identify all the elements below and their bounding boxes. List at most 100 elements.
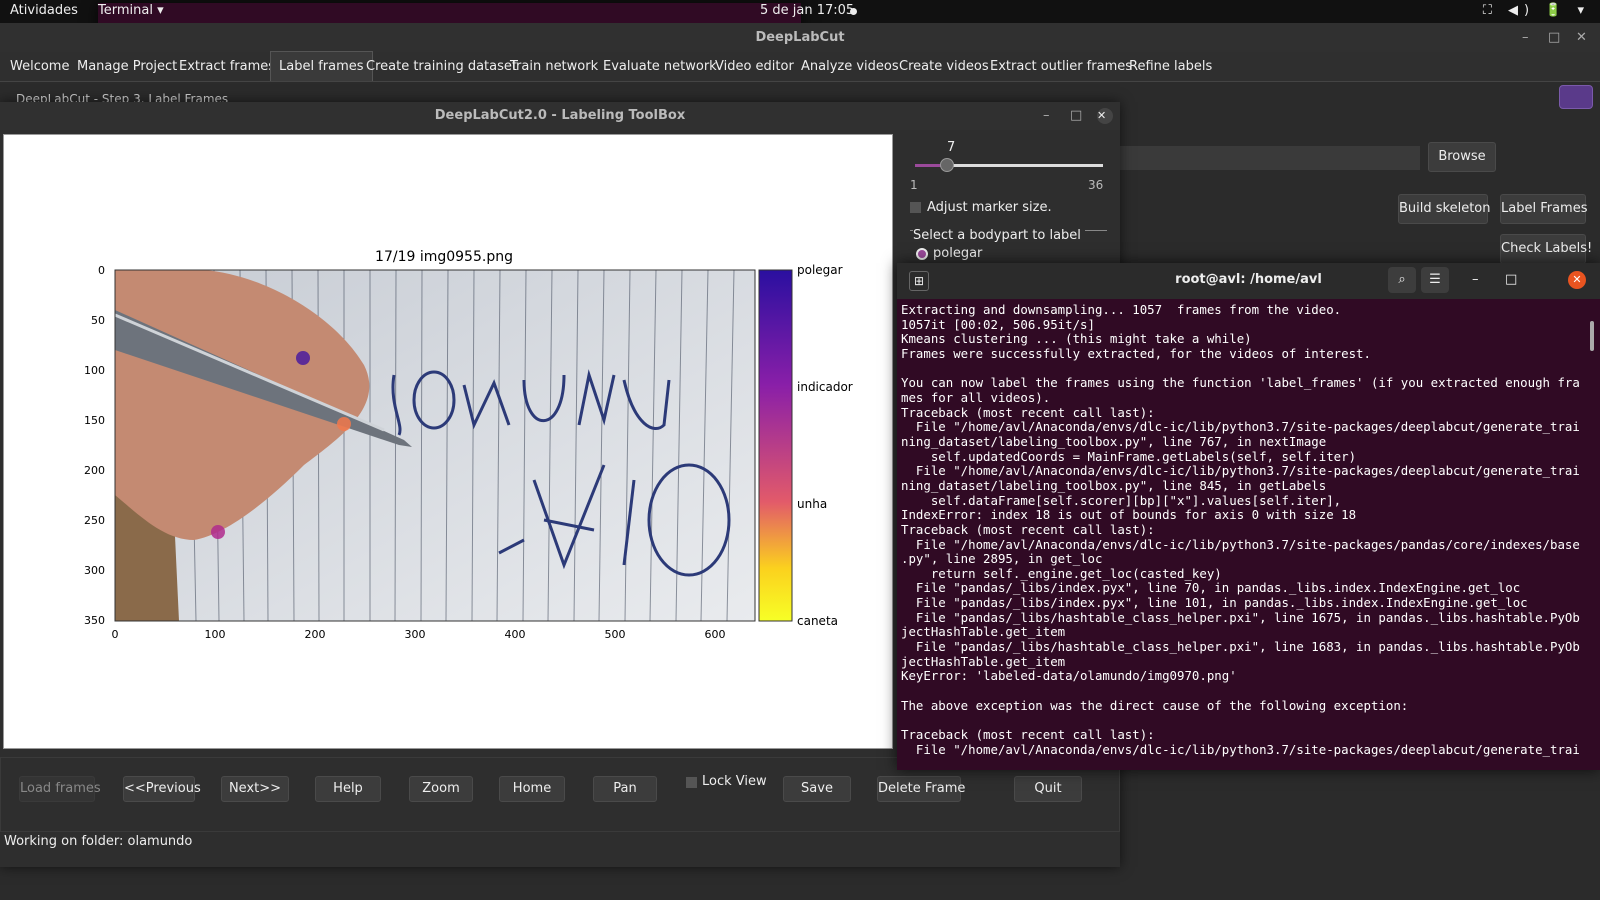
load-frames-button[interactable]: Load frames bbox=[19, 776, 101, 802]
y-tick-label: 250 bbox=[84, 514, 105, 527]
terminal-line: Traceback (most recent call last): bbox=[901, 404, 1155, 420]
terminal-line: File "/home/avl/Anaconda/envs/dlc-ic/lib… bbox=[901, 463, 1580, 479]
lock-view-label: Lock View bbox=[702, 774, 767, 789]
maximize-icon[interactable]: □ bbox=[1505, 272, 1517, 287]
colorbar-label: unha bbox=[797, 497, 827, 511]
terminal-line: KeyError: 'labeled-data/olamundo/img0970… bbox=[901, 668, 1237, 684]
help-button[interactable]: Help bbox=[315, 776, 381, 802]
tab-extract-frames[interactable]: Extract frames bbox=[179, 52, 275, 82]
clock[interactable]: 5 de jan 17:05 bbox=[760, 3, 854, 18]
marker-indicador[interactable] bbox=[296, 351, 310, 365]
terminal-line: Extracting and downsampling... 1057 fram… bbox=[901, 303, 1342, 317]
build-skeleton-button[interactable]: Build skeleton bbox=[1398, 194, 1491, 224]
terminal-line: self.updatedCoords = MainFrame.getLabels… bbox=[901, 448, 1357, 464]
tab-analyze-videos[interactable]: Analyze videos bbox=[801, 52, 899, 82]
terminal-output[interactable]: Extracting and downsampling... 1057 fram… bbox=[901, 303, 1581, 768]
y-tick-label: 100 bbox=[84, 364, 105, 377]
toolbox-title: DeepLabCut2.0 - Labeling ToolBox bbox=[434, 108, 686, 123]
x-tick-label: 400 bbox=[505, 628, 526, 641]
terminal-line: jectHashTable.get_item bbox=[901, 624, 1066, 640]
hamburger-menu-icon[interactable]: ☰ bbox=[1421, 267, 1449, 293]
terminal-line: Frames were successfully extracted, for … bbox=[901, 345, 1371, 361]
colorbar-label: indicador bbox=[797, 380, 853, 394]
plot-canvas[interactable]: 17/19 img0955.png 0 50 100 150 200 250 3… bbox=[3, 134, 893, 749]
tab-create-training-dataset[interactable]: Create training dataset bbox=[366, 52, 517, 82]
colorbar-labels: polegar indicador unha caneta bbox=[797, 263, 853, 628]
zoom-button[interactable]: Zoom bbox=[409, 776, 473, 802]
tab-welcome[interactable]: Welcome bbox=[10, 52, 69, 82]
minimize-icon[interactable]: – bbox=[1043, 102, 1050, 130]
system-tray[interactable]: ⛶ ◀) 🔋 ▾ bbox=[1483, 3, 1590, 18]
terminal-scrollbar[interactable] bbox=[1590, 321, 1594, 351]
y-tick-label: 200 bbox=[84, 464, 105, 477]
terminal-line: You can now label the frames using the f… bbox=[901, 375, 1580, 391]
terminal-line: File "pandas/_libs/index.pyx", line 70, … bbox=[901, 580, 1521, 596]
previous-button[interactable]: <<Previous bbox=[123, 776, 201, 802]
next-button[interactable]: Next>> bbox=[221, 776, 289, 802]
adjust-marker-checkbox[interactable] bbox=[910, 202, 921, 213]
terminal-line: ning_dataset/labeling_toolbox.py", line … bbox=[901, 433, 1327, 449]
save-button[interactable]: Save bbox=[783, 776, 851, 802]
minimize-icon[interactable]: – bbox=[1522, 23, 1529, 52]
lock-view-checkbox[interactable] bbox=[686, 777, 697, 788]
notification-dot bbox=[850, 8, 857, 15]
maximize-icon[interactable]: □ bbox=[1070, 102, 1082, 130]
y-axis: 0 50 100 150 200 250 300 350 bbox=[84, 264, 105, 627]
x-tick-label: 600 bbox=[705, 628, 726, 641]
deeplabcut-window-title: DeepLabCut – □ ✕ bbox=[0, 23, 1600, 52]
marker-polegar[interactable] bbox=[211, 525, 225, 539]
quit-button[interactable]: Quit bbox=[1014, 776, 1082, 802]
terminal-line: Traceback (most recent call last): bbox=[901, 727, 1155, 743]
tab-extract-outlier-frames[interactable]: Extract outlier frames bbox=[990, 52, 1132, 82]
close-icon[interactable]: ✕ bbox=[1576, 23, 1587, 52]
marker-size-slider[interactable] bbox=[915, 158, 1103, 172]
tab-refine-labels[interactable]: Refine labels bbox=[1129, 52, 1212, 82]
check-labels-button[interactable]: Check Labels! bbox=[1500, 234, 1592, 264]
search-icon[interactable]: ⌕ bbox=[1388, 267, 1416, 293]
config-path-field[interactable] bbox=[1120, 146, 1420, 170]
terminal-line: ning_dataset/labeling_toolbox.py", line … bbox=[901, 477, 1327, 493]
tab-manage-project[interactable]: Manage Project bbox=[77, 52, 177, 82]
y-tick-label: 300 bbox=[84, 564, 105, 577]
terminal-line: self.dataFrame[self.scorer][bp]["x"].val… bbox=[901, 492, 1342, 508]
terminal-line: File "pandas/_libs/hashtable_class_helpe… bbox=[901, 639, 1580, 655]
terminal-line: jectHashTable.get_item bbox=[901, 653, 1066, 669]
delete-frame-button[interactable]: Delete Frame bbox=[877, 776, 965, 802]
terminal-line: 1057it [00:02, 506.95it/s] bbox=[901, 316, 1095, 332]
maximize-icon[interactable]: □ bbox=[1548, 23, 1560, 52]
tab-label-frames[interactable]: Label frames bbox=[270, 51, 373, 81]
colorbar-label: polegar bbox=[797, 263, 843, 277]
y-tick-label: 150 bbox=[84, 414, 105, 427]
tab-train-network[interactable]: Train network bbox=[510, 52, 598, 82]
terminal-line: File "pandas/_libs/index.pyx", line 101,… bbox=[901, 595, 1528, 611]
tab-create-videos[interactable]: Create videos bbox=[899, 52, 989, 82]
close-icon[interactable]: ✕ bbox=[1097, 108, 1113, 124]
terminal-line: mes for all videos). bbox=[901, 389, 1051, 405]
colorbar-label: caneta bbox=[797, 614, 838, 628]
bodypart-radio-polegar[interactable] bbox=[916, 248, 928, 260]
activities-button[interactable]: Atividades bbox=[10, 3, 78, 18]
close-icon[interactable]: ✕ bbox=[1568, 271, 1586, 289]
tab-video-editor[interactable]: Video editor bbox=[715, 52, 794, 82]
minimize-icon[interactable]: – bbox=[1472, 272, 1479, 287]
browse-button[interactable]: Browse bbox=[1428, 142, 1496, 172]
y-tick-label: 50 bbox=[91, 314, 105, 327]
tab-evaluate-network[interactable]: Evaluate network bbox=[603, 52, 717, 82]
plot-title: 17/19 img0955.png bbox=[375, 249, 513, 265]
x-tick-label: 500 bbox=[605, 628, 626, 641]
label-frames-button[interactable]: Label Frames bbox=[1500, 194, 1587, 224]
marker-unha[interactable] bbox=[337, 417, 351, 431]
pan-button[interactable]: Pan bbox=[593, 776, 657, 802]
home-button[interactable]: Home bbox=[499, 776, 565, 802]
terminal-line: The above exception was the direct cause… bbox=[901, 697, 1409, 713]
terminal-window[interactable]: ⊞ root@avl: /home/avl ⌕ ☰ – □ ✕ Extracti… bbox=[897, 263, 1600, 770]
window-title-text: DeepLabCut bbox=[755, 30, 845, 45]
colorbar bbox=[758, 269, 793, 622]
bodypart-group-label: Select a bodypart to label bbox=[913, 228, 1085, 243]
frame-plot[interactable]: 17/19 img0955.png 0 50 100 150 200 250 3… bbox=[4, 135, 892, 748]
dlc-tab-bar: Welcome Manage Project Extract frames La… bbox=[0, 51, 1600, 82]
slider-handle[interactable] bbox=[940, 158, 955, 172]
